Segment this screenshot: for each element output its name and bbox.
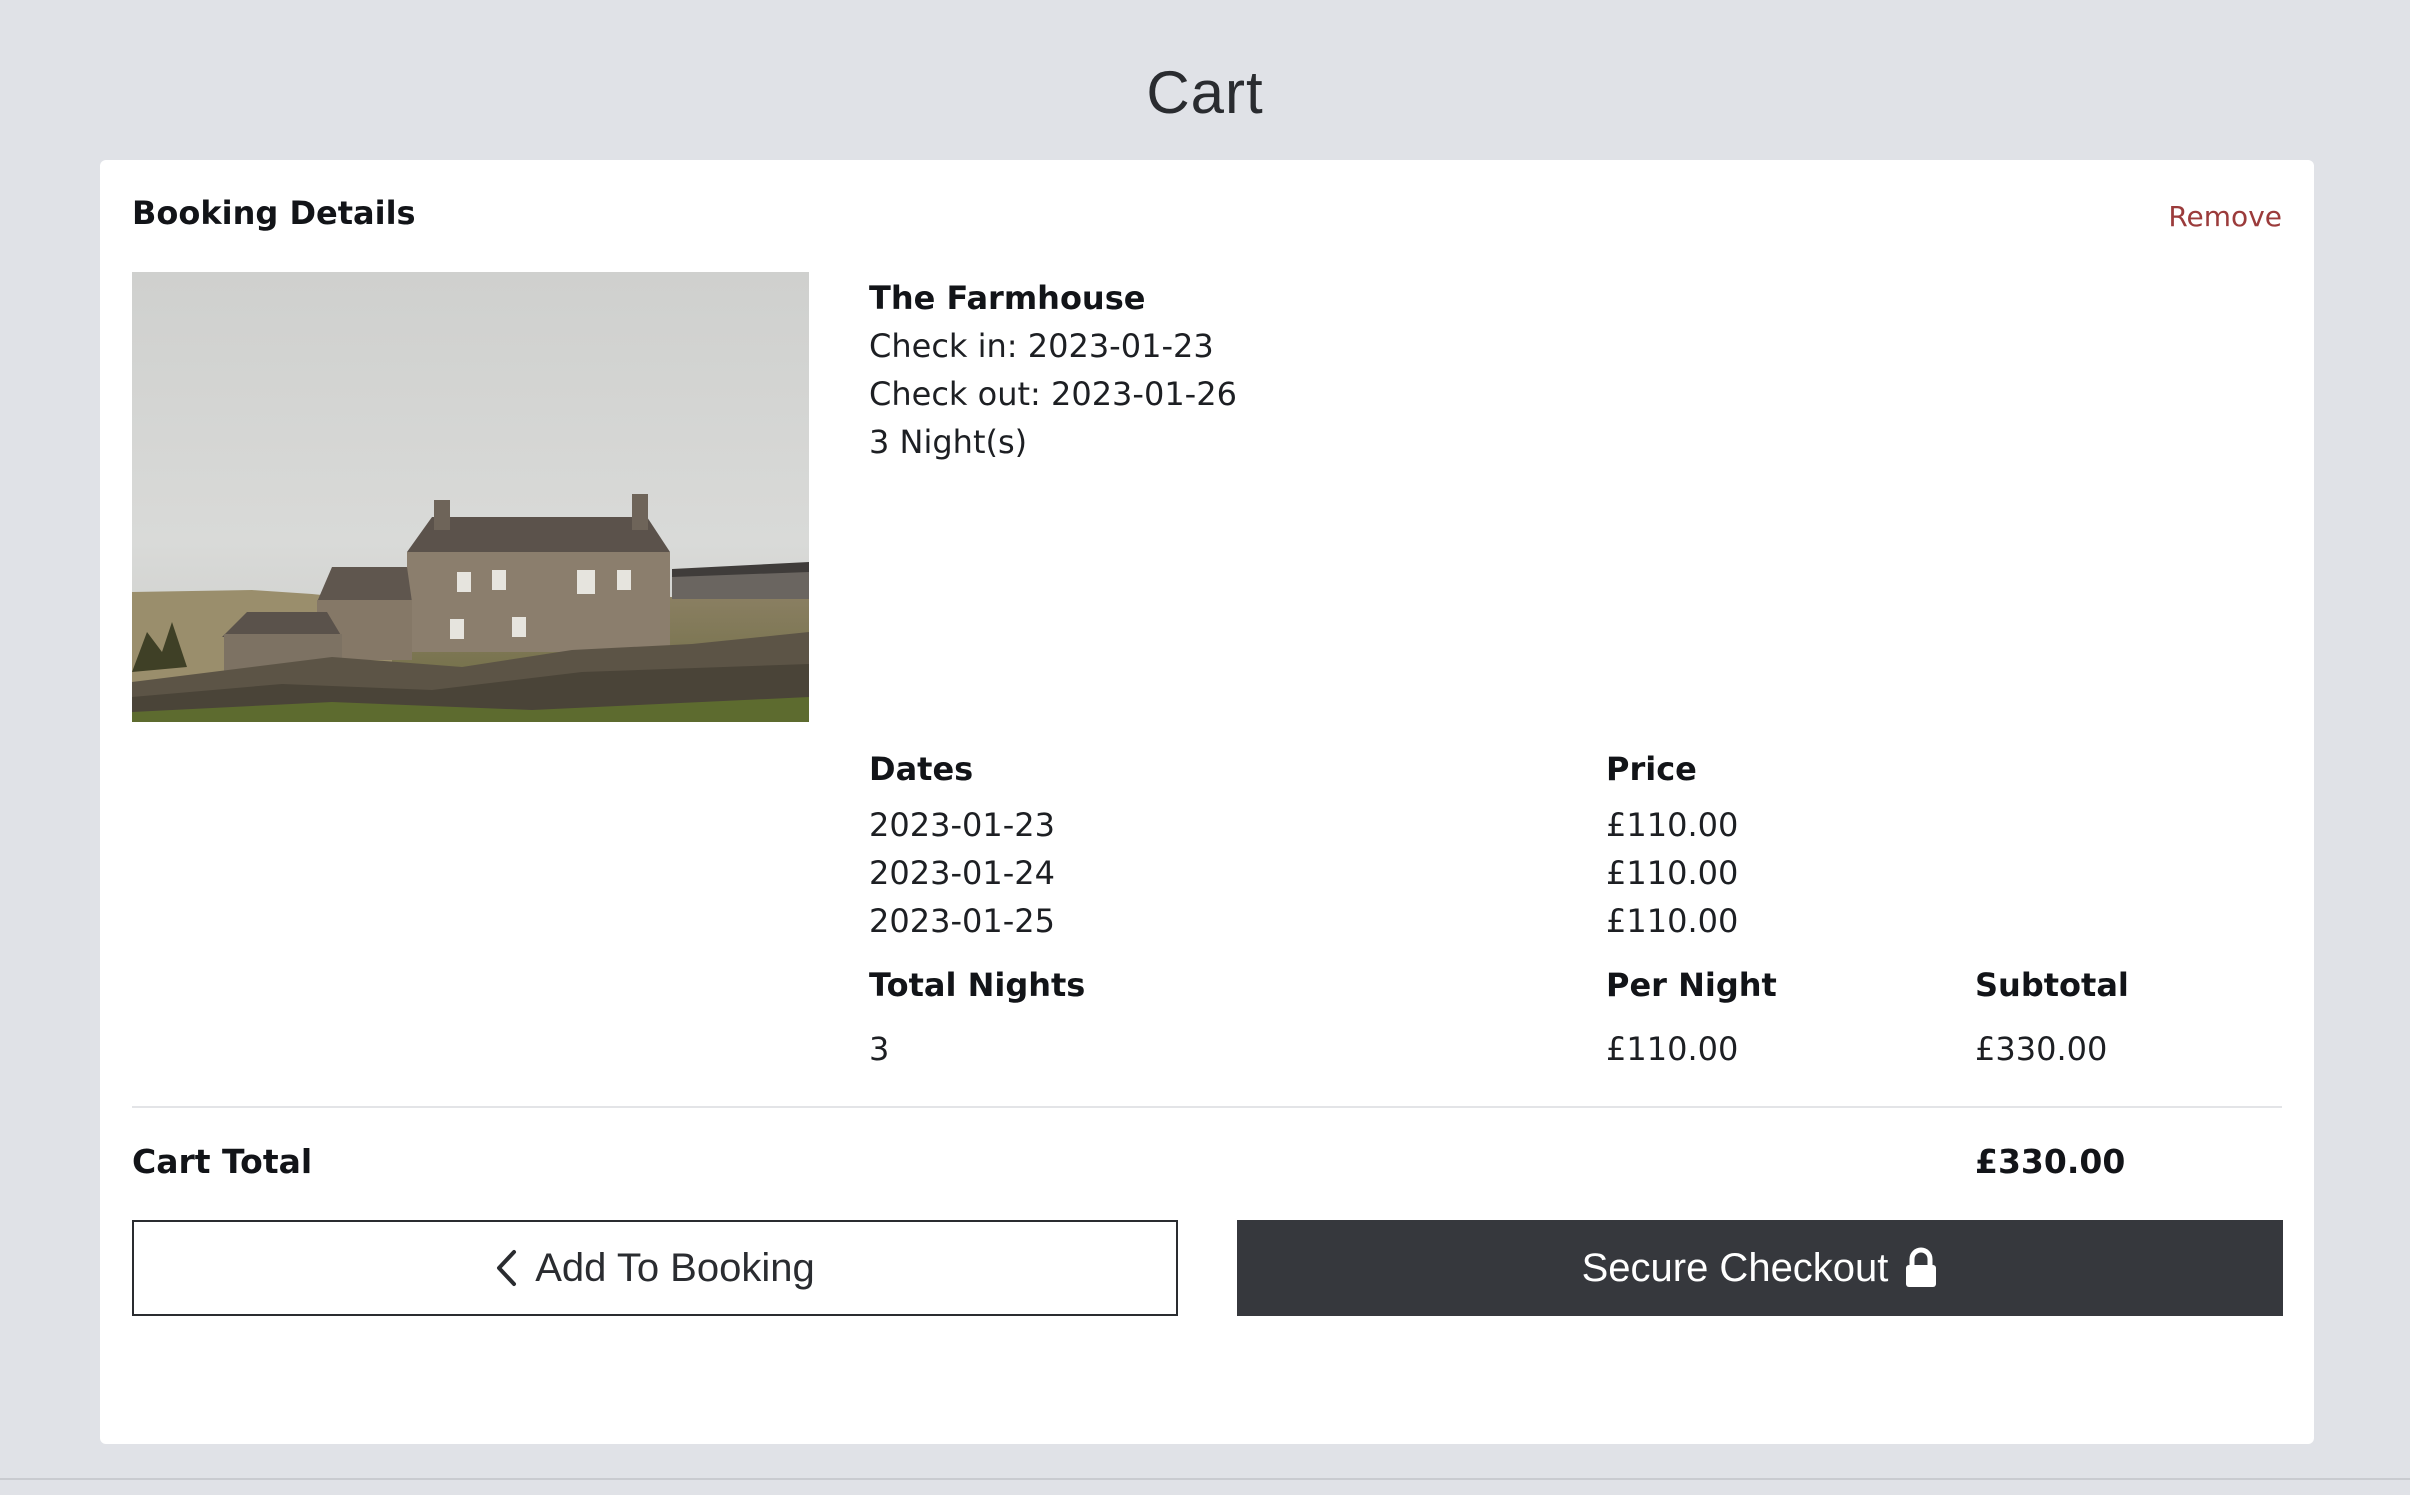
secure-checkout-label: Secure Checkout — [1581, 1245, 1889, 1290]
per-night-value: £110.00 — [1606, 1030, 1739, 1068]
date-cell: 2023-01-24 — [869, 854, 1055, 892]
date-cell: 2023-01-25 — [869, 902, 1055, 940]
booking-info: The Farmhouse Check in: 2023-01-23 Check… — [869, 274, 1237, 466]
total-nights-header: Total Nights — [869, 966, 1086, 1004]
check-out-text: Check out: 2023-01-26 — [869, 375, 1237, 413]
subtotal-header: Subtotal — [1975, 966, 2129, 1004]
total-nights-value: 3 — [869, 1030, 890, 1068]
nights-text: 3 Night(s) — [869, 423, 1028, 461]
page-title: Cart — [1146, 59, 1264, 126]
add-to-booking-button[interactable]: Add To Booking — [132, 1220, 1178, 1316]
footer-divider — [0, 1478, 2410, 1480]
chevron-left-icon — [495, 1249, 517, 1287]
divider — [132, 1106, 2282, 1108]
secure-checkout-button[interactable]: Secure Checkout — [1237, 1220, 2283, 1316]
dates-header: Dates — [869, 750, 974, 788]
lock-icon — [1904, 1247, 1938, 1289]
property-name: The Farmhouse — [869, 279, 1146, 317]
booking-card: Booking Details Remove The Farmhouse Che… — [100, 160, 2314, 1444]
farmhouse-photo — [132, 272, 809, 722]
price-cell: £110.00 — [1606, 902, 1739, 940]
price-cell: £110.00 — [1606, 854, 1739, 892]
remove-link[interactable]: Remove — [2168, 200, 2282, 233]
property-image — [132, 272, 809, 722]
booking-details-heading: Booking Details — [132, 194, 416, 232]
check-in-text: Check in: 2023-01-23 — [869, 327, 1214, 365]
per-night-header: Per Night — [1606, 966, 1777, 1004]
cart-total-label: Cart Total — [132, 1142, 313, 1181]
price-cell: £110.00 — [1606, 806, 1739, 844]
price-header: Price — [1606, 750, 1697, 788]
add-to-booking-label: Add To Booking — [535, 1245, 815, 1290]
date-cell: 2023-01-23 — [869, 806, 1055, 844]
subtotal-value: £330.00 — [1975, 1030, 2108, 1068]
cart-total-value: £330.00 — [1975, 1142, 2126, 1181]
